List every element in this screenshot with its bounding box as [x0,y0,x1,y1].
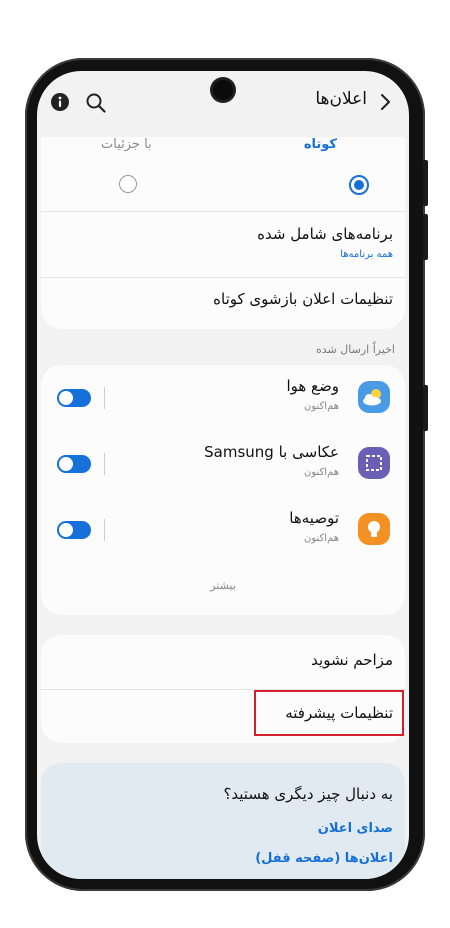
recently-sent-label: اخیراً ارسال شده [316,343,395,356]
app-time: هم‌اکنون [304,467,339,478]
included-apps-title[interactable]: برنامه‌های شامل شده [257,225,393,243]
search-icon[interactable] [85,92,107,114]
notification-sound-link[interactable]: صدای اعلان [318,821,393,836]
screen: اعلان‌ها کوتاه با جزئیات برنامه‌های شامل… [37,71,409,879]
power-button [423,385,428,431]
front-camera [213,80,233,100]
weather-icon [358,381,390,413]
highlight-box [254,690,404,736]
lock-screen-notifications-link[interactable]: اعلان‌ها (صفحه قفل) [255,851,393,866]
volume-up-button [423,160,428,206]
app-time: هم‌اکنون [304,401,339,412]
recent-apps-card: وضع هوا هم‌اکنون عکاسی با Samsung هم‌اکن… [41,365,405,615]
separator [104,453,105,475]
looking-for-something-else-card: به دنبال چیز دیگری هستید؟ صدای اعلان اعل… [41,763,405,879]
included-apps-subtitle: همه برنامه‌ها [340,249,393,260]
lightbulb-icon [358,513,390,545]
app-name: عکاسی با Samsung [204,443,339,461]
volume-down-button [423,214,428,260]
suggestion-question: به دنبال چیز دیگری هستید؟ [223,785,393,803]
style-option-short-radio[interactable] [349,175,369,195]
notification-style-card: کوتاه با جزئیات برنامه‌های شامل شده همه … [41,137,405,329]
app-time: هم‌اکنون [304,533,339,544]
style-option-detail-label[interactable]: با جزئیات [101,137,152,152]
divider [41,211,405,212]
more-button[interactable]: بیشتر [41,579,405,592]
weather-toggle[interactable] [57,389,91,407]
app-name: توصیه‌ها [289,509,339,527]
divider [41,277,405,278]
info-icon[interactable] [51,93,69,111]
separator [104,387,105,409]
app-name: وضع هوا [286,377,339,395]
style-option-detail-radio[interactable] [119,175,137,193]
screenshot-capture-icon [358,447,390,479]
samsung-capture-toggle[interactable] [57,455,91,473]
brief-popup-settings[interactable]: تنظیمات اعلان بازشوی کوتاه [213,290,393,308]
do-not-disturb-item[interactable]: مزاحم نشوید [311,651,393,669]
back-arrow-icon[interactable] [375,91,395,113]
tips-toggle[interactable] [57,521,91,539]
separator [104,519,105,541]
style-option-short-label[interactable]: کوتاه [304,137,337,152]
page-title: اعلان‌ها [315,89,367,109]
